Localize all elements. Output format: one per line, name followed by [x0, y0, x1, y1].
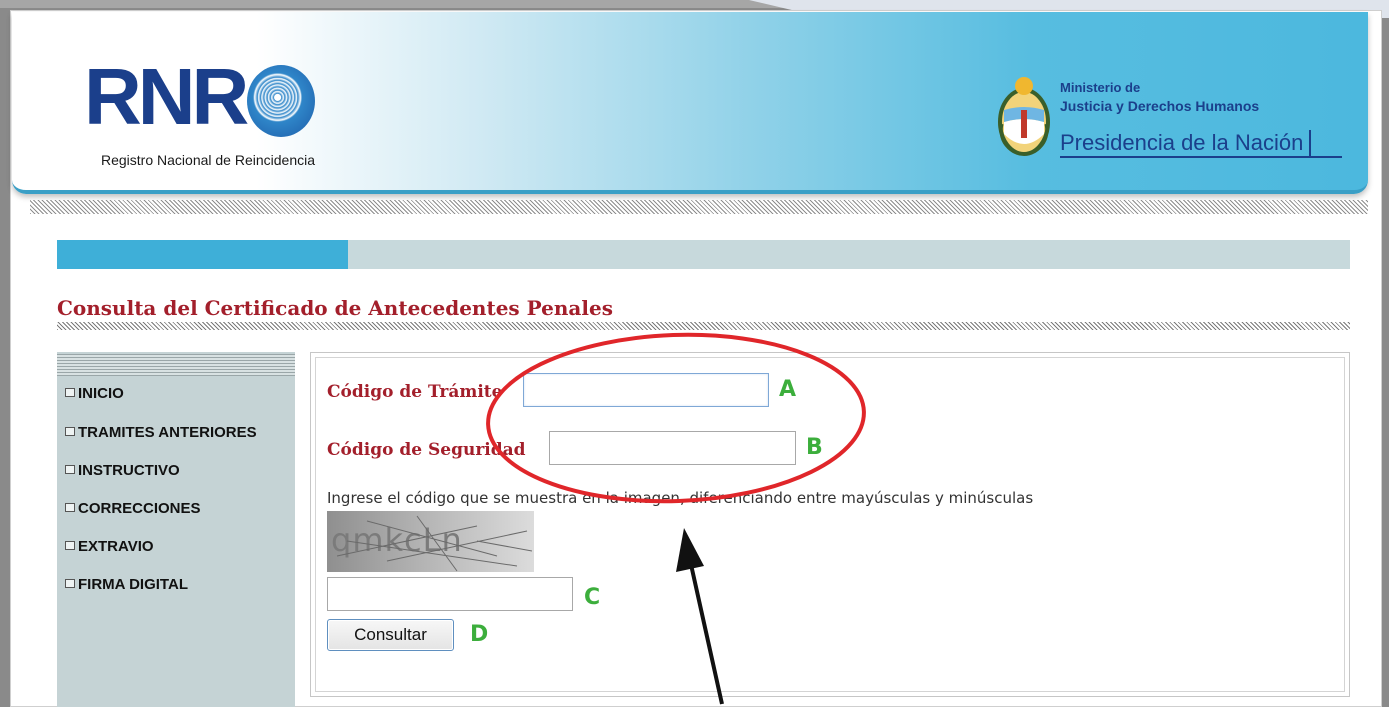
codigo-seguridad-input[interactable] [549, 431, 796, 465]
rnr-logo-text: RNR [84, 52, 249, 141]
annotation-marker-b: B [806, 435, 823, 460]
bullet-icon [65, 579, 75, 588]
rnr-logo[interactable]: RNR [84, 52, 316, 141]
bullet-icon [65, 541, 75, 550]
sidebar-hatch [57, 354, 295, 376]
annotation-marker-d: D [470, 622, 489, 647]
sidebar-item-inicio[interactable]: INICIO [65, 385, 124, 402]
progress-bar-fill [57, 240, 348, 269]
sidebar-item-firma-digital[interactable]: FIRMA DIGITAL [65, 576, 188, 593]
sidebar-item-label: INSTRUCTIVO [78, 462, 180, 479]
sidebar-item-extravio[interactable]: EXTRAVIO [65, 538, 154, 555]
sidebar-menu: INICIO TRAMITES ANTERIORES INSTRUCTIVO C… [57, 352, 295, 707]
bullet-icon [65, 503, 75, 512]
bullet-icon [65, 427, 75, 436]
sidebar-item-tramites-anteriores[interactable]: TRAMITES ANTERIORES [65, 424, 257, 441]
annotation-marker-c: C [584, 585, 601, 610]
coat-of-arms-icon [998, 77, 1050, 156]
bullet-icon [65, 388, 75, 397]
page-title: Consulta del Certificado de Antecedentes… [57, 296, 613, 320]
sidebar-item-label: INICIO [78, 385, 124, 402]
codigo-tramite-label: Código de Trámite [327, 382, 503, 402]
consultar-button[interactable]: Consultar [327, 619, 454, 651]
sidebar-item-label: FIRMA DIGITAL [78, 576, 188, 593]
site-header: RNR Registro Nacional de Reincidencia Mi… [12, 12, 1368, 194]
bullet-icon [65, 465, 75, 474]
sidebar-item-label: CORRECCIONES [78, 500, 201, 517]
captcha-input[interactable] [327, 577, 573, 611]
codigo-tramite-input[interactable] [523, 373, 769, 407]
ministry-logo: Ministerio de Justicia y Derechos Humano… [996, 70, 1356, 170]
captcha-noise-lines [336, 515, 533, 572]
ministry-line-1: Ministerio de [1060, 80, 1141, 95]
captcha-instructions: Ingrese el código que se muestra en la i… [327, 489, 1034, 507]
sidebar-item-instructivo[interactable]: INSTRUCTIVO [65, 462, 180, 479]
title-hatch-divider [57, 322, 1350, 330]
codigo-seguridad-label: Código de Seguridad [327, 440, 526, 460]
captcha-image: qmkcLn [327, 511, 534, 572]
header-hatch-divider [30, 200, 1368, 214]
sidebar-item-correcciones[interactable]: CORRECCIONES [65, 500, 201, 517]
fingerprint-icon [247, 65, 316, 137]
annotation-marker-a: A [779, 377, 797, 402]
ministry-line-3: Presidencia de la Nación [1060, 130, 1312, 156]
logo-subtitle: Registro Nacional de Reincidencia [101, 152, 316, 168]
sidebar-item-label: TRAMITES ANTERIORES [78, 424, 257, 441]
sidebar-item-label: EXTRAVIO [78, 538, 154, 555]
ministry-line-2: Justicia y Derechos Humanos [1060, 98, 1260, 114]
ministry-underline [1060, 156, 1342, 158]
progress-bar [57, 240, 1350, 269]
